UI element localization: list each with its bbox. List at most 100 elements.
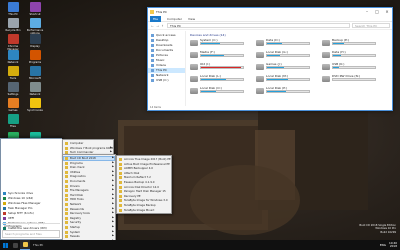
minimize-button[interactable]: – (362, 8, 372, 16)
menu-item-icon (65, 225, 68, 229)
drive-info: Local Disk (P:) (266, 87, 310, 96)
desktop-icon[interactable]: Microsoft (24, 66, 46, 80)
tools-submenu: Boot CD Boot 2018 ▶ Programs ▶ Disk check ▶ Ut… (62, 154, 116, 250)
menu-item-label: Drivers (70, 183, 80, 188)
drive-free-text (332, 81, 376, 83)
start-menu-list: Synchronize drive Windows 10 (x64) Windows… (1, 139, 63, 231)
drive-tile[interactable]: Data (D:) (256, 38, 310, 48)
hard-drive-icon (256, 52, 264, 58)
drives-grid: System (C:) Data (D:) Backup (E:) Media (F:… (190, 38, 388, 108)
folder-icon (151, 44, 154, 47)
ribbon-tab-file[interactable]: File (150, 15, 162, 22)
maximize-button[interactable]: □ (372, 8, 382, 16)
drive-info: Old (I:) (200, 63, 244, 72)
hard-drive-icon (190, 52, 198, 58)
menu-item-icon (65, 221, 68, 225)
drive-info: Data (D:) (266, 39, 310, 48)
desktop-icon[interactable]: Chrome Manager (2, 34, 24, 51)
folder-icon (151, 64, 154, 67)
ribbon-tab-computer[interactable]: Computer (164, 17, 185, 21)
menu-item-label: Acronis Disk Director 12.0 (124, 184, 159, 189)
desktop-icon[interactable]: Network (24, 82, 46, 96)
menu-item-label: TeraByte Image for Windows 3.0 (124, 198, 168, 203)
address-bar[interactable]: This PC (167, 23, 350, 28)
drive-tile[interactable]: Backup (E:) (322, 38, 376, 48)
menu-item[interactable]: TeraByte Image Mount (117, 208, 171, 213)
desktop-icon[interactable]: Recycle Bin (2, 18, 24, 32)
language-indicator[interactable]: ENG (380, 243, 386, 247)
drive-tile[interactable]: Old (I:) (190, 62, 244, 72)
drive-info: Media (F:) (200, 51, 244, 60)
up-arrow-icon[interactable]: ↑ (160, 24, 165, 28)
drive-free-text (200, 57, 244, 59)
desktop-icon[interactable]: Games (2, 98, 24, 112)
program-icon (3, 192, 6, 195)
menu-item-icon (119, 180, 122, 184)
program-icon (3, 212, 6, 215)
taskbar-explorer-label[interactable]: This PC (30, 243, 46, 247)
drive-tile[interactable]: Games (J:) (256, 62, 310, 72)
folder-icon (151, 74, 154, 77)
start-button[interactable] (0, 240, 10, 250)
menu-item-icon (119, 176, 122, 180)
drive-tile[interactable]: Local Disk (P:) (256, 86, 310, 96)
drive-tile[interactable]: Local Disk (G:) (256, 50, 310, 60)
ribbon-tab-view[interactable]: View (185, 17, 198, 21)
drive-tile[interactable]: Media (F:) (190, 50, 244, 60)
drive-tile[interactable]: Local Disk (O:) (190, 86, 244, 96)
desktop-icon-label: Network (29, 93, 41, 96)
drive-free-text (332, 57, 376, 59)
desktop-icon-label: Programs (28, 61, 42, 64)
desktop-icon[interactable]: Synchronize (24, 98, 46, 112)
all-programs-button[interactable]: All Programs (2, 223, 60, 228)
desktop-icon[interactable]: Performance options (24, 18, 46, 35)
desktop-icon-label: Tools (9, 77, 17, 80)
desktop-icon[interactable]: Settings (2, 82, 24, 96)
menu-item-label: TeraByte Image Backup (124, 202, 156, 207)
desktop-icon-label: Recycle Bin (5, 29, 21, 32)
start-search-input[interactable]: Search programs and files (2, 230, 60, 238)
nav-item[interactable]: USB (C:) (148, 78, 185, 83)
hard-drive-icon (322, 76, 330, 82)
menu-item-icon (65, 198, 68, 202)
desktop-icon-label: Network (7, 61, 19, 64)
taskbar-search-button[interactable] (10, 240, 20, 250)
drive-tile[interactable]: Data (H:) (322, 50, 376, 60)
desktop-icon[interactable]: Files (2, 114, 24, 128)
drive-usage-fill (267, 91, 286, 93)
drive-tile[interactable]: USB (K:) (322, 62, 376, 72)
clock[interactable]: 10:40 2018 (389, 241, 397, 248)
drive-free-text (200, 93, 244, 95)
drive-tile[interactable]: System (C:) (190, 38, 244, 48)
program-icon (3, 197, 6, 200)
menu-item-label: TeraByte Image Mount (124, 207, 155, 212)
drive-info: System (C:) (200, 39, 244, 48)
menu-item-icon (119, 199, 122, 203)
drive-tile[interactable]: DVD RW Drive (N:) (322, 74, 376, 84)
desktop-icon[interactable]: Network (2, 50, 24, 64)
drive-tile[interactable]: Local Disk (M:) (256, 74, 310, 84)
menu-item-label: System (70, 229, 81, 234)
desktop-icon[interactable]: Shortcut (24, 2, 46, 16)
close-button[interactable]: × (382, 8, 392, 16)
menu-item-icon (65, 142, 68, 145)
drive-tile[interactable]: Local Disk (L:) (190, 74, 244, 84)
taskbar-explorer-button[interactable] (20, 240, 30, 250)
desktop-icon[interactable]: Programs (24, 50, 46, 64)
folder-icon (150, 10, 154, 14)
drive-info: Data (H:) (332, 51, 376, 60)
desktop-icon[interactable]: This PC (2, 2, 24, 16)
explorer-titlebar[interactable]: This PC – □ × (148, 8, 392, 16)
desktop-icon[interactable]: Tools (2, 66, 24, 80)
desktop-icon-label: Games (8, 109, 18, 112)
desktop-icon-label: Files (10, 125, 16, 128)
menu-item-label: Passwords (70, 206, 84, 211)
menu-item-icon (65, 166, 68, 170)
desktop-icon-label: Microsoft (29, 77, 41, 80)
menu-item-icon (65, 212, 68, 216)
menu-item-icon (65, 161, 68, 165)
search-input[interactable]: Search This PC (352, 23, 390, 28)
desktop-icon[interactable]: Display (24, 34, 46, 48)
drive-free-text (266, 69, 310, 71)
menu-item-icon (119, 190, 122, 194)
